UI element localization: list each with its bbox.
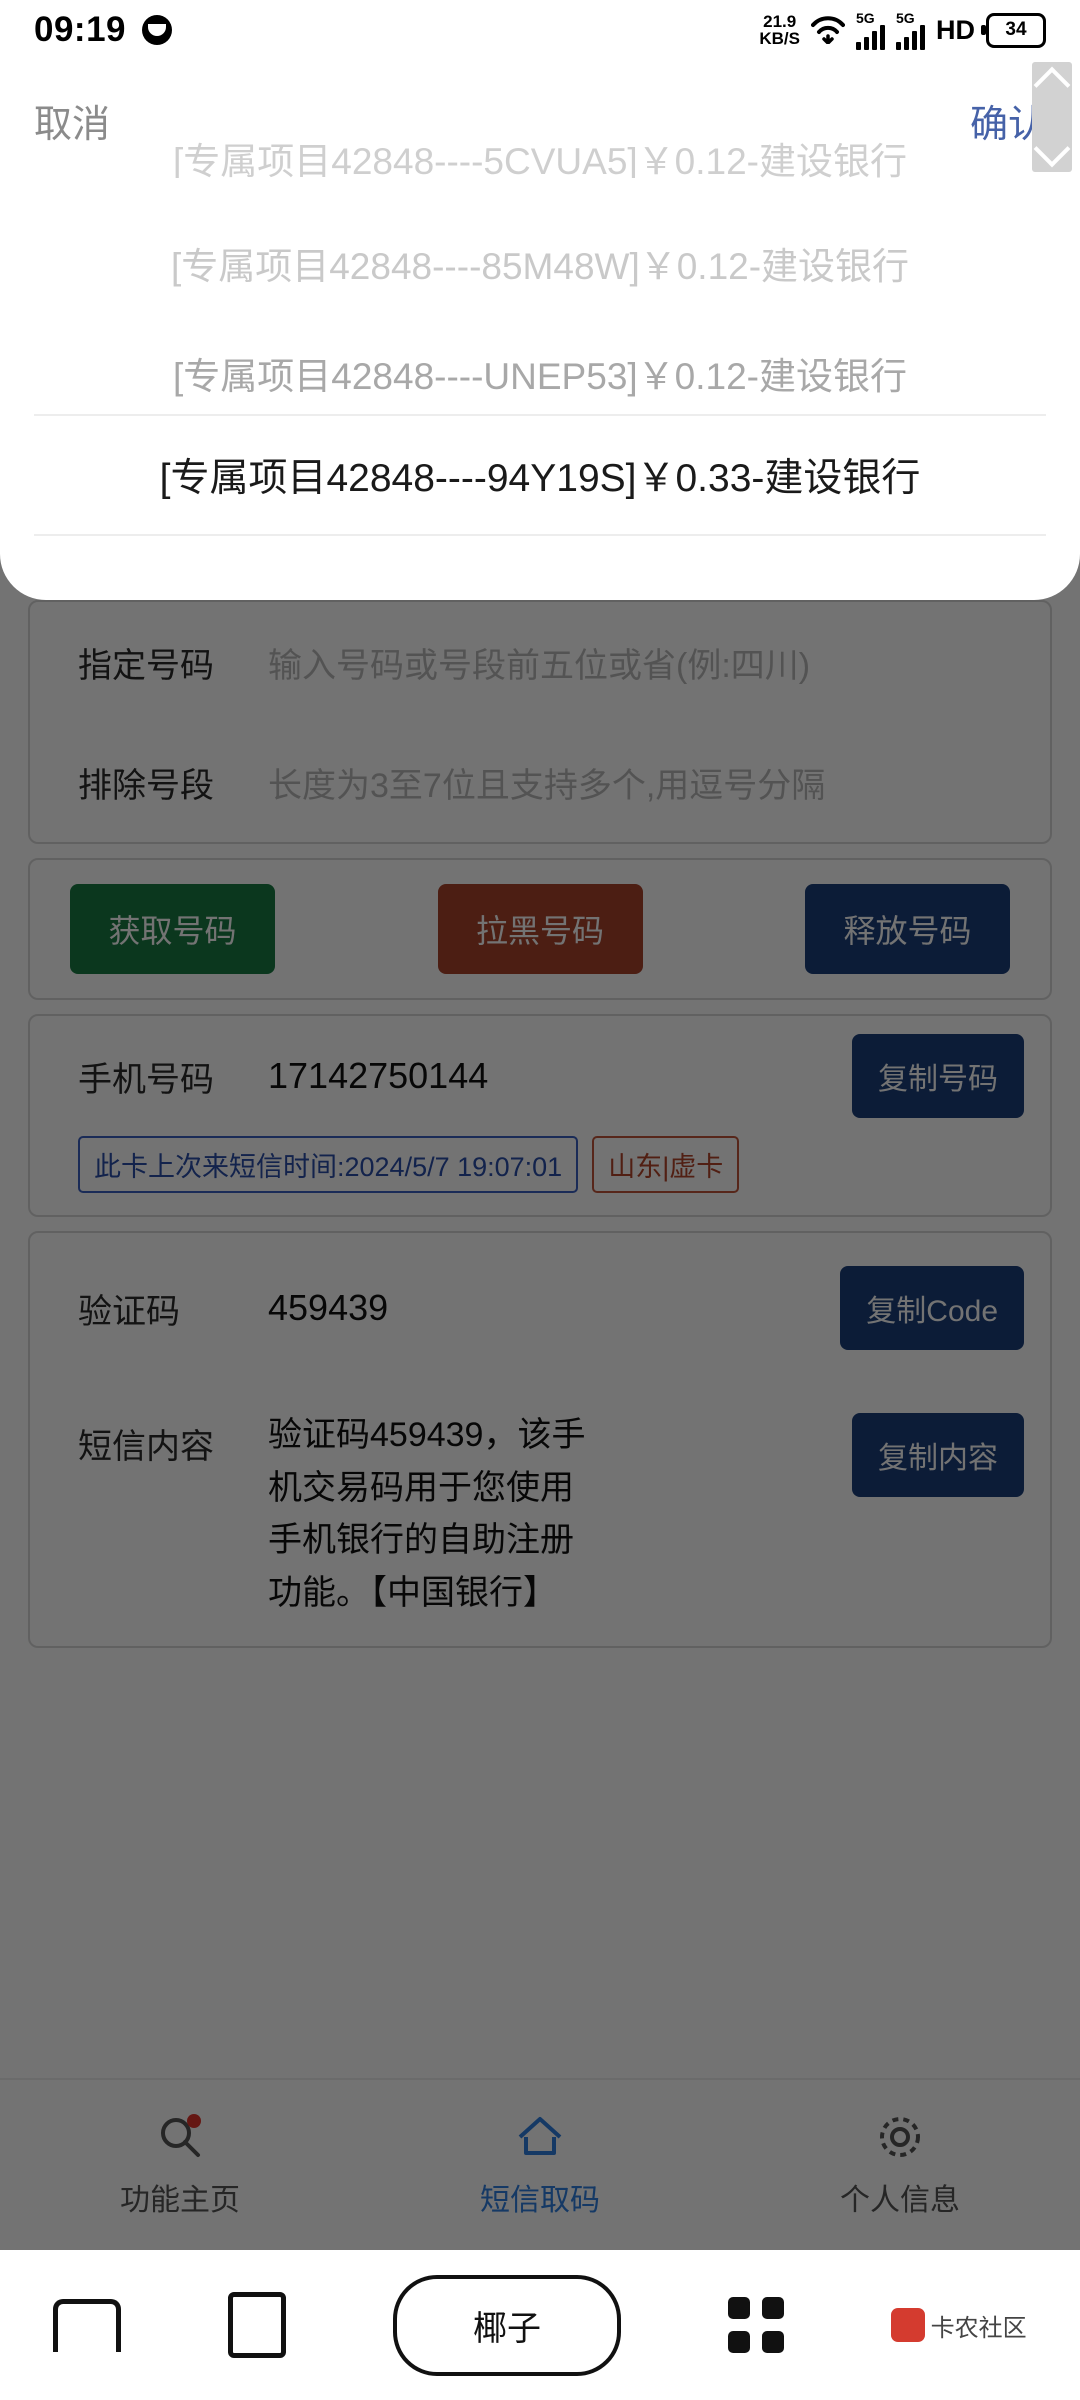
- status-bar-right: 21.9 KB/S 5G 5G HD 34: [759, 10, 1046, 50]
- picker-divider-top: [34, 414, 1046, 416]
- sim1-bars-icon: [856, 24, 885, 50]
- status-bar-left: 09:19: [34, 10, 173, 50]
- hd-voice-label: HD: [936, 14, 975, 45]
- picker-option-dim[interactable]: [专属项目42848----85M48W]￥0.12-建设银行: [0, 222, 1080, 304]
- network-speed-value: 21.9: [763, 12, 797, 31]
- home-icon[interactable]: [53, 2298, 122, 2352]
- status-time: 09:19: [34, 10, 127, 49]
- chevron-up-icon: [1033, 66, 1071, 104]
- network-speed: 21.9 KB/S: [759, 13, 800, 47]
- picker-option-selected[interactable]: [专属项目42848----94Y19S]￥0.33-建设银行: [0, 434, 1080, 516]
- battery-icon: 34: [981, 12, 1046, 48]
- picker-option-list[interactable]: [专属项目42848----5CVUA5]￥0.12-建设银行 [专属项目428…: [0, 138, 1080, 536]
- input-method-pill[interactable]: 椰子: [392, 2274, 621, 2376]
- watermark-badge: 卡农社区: [890, 2308, 1027, 2343]
- watermark-text: 卡农社区: [930, 2314, 1027, 2342]
- watermark-logo-icon: [890, 2308, 925, 2342]
- wifi-icon: [811, 16, 845, 46]
- status-bar: 09:19 21.9 KB/S 5G 5G HD 34: [0, 0, 1080, 60]
- recents-icon[interactable]: [228, 2292, 287, 2358]
- drop-icon: [142, 15, 173, 45]
- picker-divider-bottom: [34, 534, 1046, 536]
- sim2-bars-icon: [896, 24, 925, 50]
- picker-option-near[interactable]: [专属项目42848----UNEP53]￥0.12-建设银行: [0, 332, 1080, 414]
- battery-percent: 34: [1005, 19, 1027, 40]
- option-picker-sheet: 取消 确认 [专属项目42848----5CVUA5]￥0.12-建设银行 [专…: [0, 0, 1080, 600]
- sim2-signal: 5G: [896, 10, 925, 50]
- chevron-down-icon: [1033, 130, 1071, 168]
- scrollbar-thumb[interactable]: [1032, 62, 1072, 172]
- sim1-signal: 5G: [856, 10, 885, 50]
- apps-grid-icon[interactable]: [727, 2297, 784, 2353]
- picker-option-clipped[interactable]: [专属项目42848----5CVUA5]￥0.12-建设银行: [0, 138, 1080, 178]
- android-nav-bar: 椰子 卡农社区: [0, 2250, 1080, 2400]
- network-speed-unit: KB/S: [759, 29, 800, 48]
